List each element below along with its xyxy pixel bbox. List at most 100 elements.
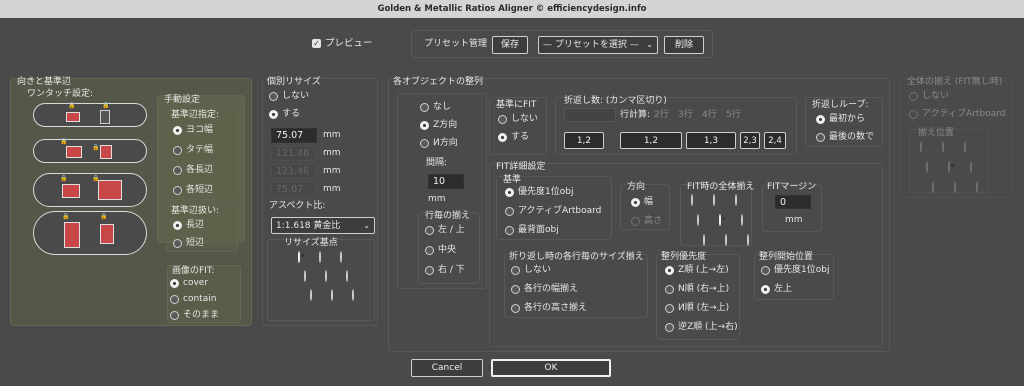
- grid-radio-0[interactable]: [298, 251, 300, 263]
- resize-value-disabled: 121.46: [271, 146, 317, 161]
- handling-group: 基準辺扱い: 長辺 短辺: [166, 206, 238, 252]
- resize-unit-label: mm: [323, 184, 341, 194]
- radio-icon: [420, 103, 429, 112]
- fit-option-2[interactable]: そのまま: [170, 310, 219, 321]
- orientation-panel: 向きと基準辺 ワンタッチ設定: 🔒 🔒 🔒 🔒 🔒 🔒 🔒 🔒 手動設定 基準辺…: [10, 77, 252, 326]
- start-option-1[interactable]: 左上: [761, 284, 792, 295]
- size-option-2[interactable]: 各行の高さ揃え: [511, 303, 587, 314]
- priority-option-2[interactable]: И順 (左→上): [665, 303, 729, 314]
- gap-input[interactable]: 10: [428, 174, 464, 189]
- dir-option-1[interactable]: Z方向: [420, 120, 457, 131]
- radio-icon: [425, 246, 434, 255]
- grid-radio-4[interactable]: [325, 270, 327, 282]
- lock-icon: 🔒: [100, 213, 108, 220]
- radio-icon: [498, 115, 507, 124]
- grid-radio-7[interactable]: [331, 289, 333, 301]
- wrap-preset-2-4[interactable]: 2,4: [764, 132, 786, 149]
- start-option-0[interactable]: 優先度1位obj: [761, 265, 829, 276]
- wrap-input[interactable]: [564, 108, 616, 122]
- grid-radio-2[interactable]: [340, 251, 342, 263]
- calc-2rows: 2行: [654, 110, 669, 120]
- resize-option-1[interactable]: する: [269, 109, 300, 120]
- grid-radio-6[interactable]: [703, 234, 705, 246]
- shape-landscape: [66, 146, 82, 158]
- resize-option-0[interactable]: しない: [269, 91, 309, 102]
- preset-select[interactable]: — プリセットを選択 — ⌄: [538, 36, 658, 54]
- handling-option-1[interactable]: 短辺: [173, 238, 204, 249]
- criteria-option-0[interactable]: 優先度1位obj: [505, 187, 573, 198]
- grid-radio-8[interactable]: [747, 234, 749, 246]
- grid-radio-5[interactable]: [346, 270, 348, 282]
- fit-option-1[interactable]: contain: [170, 294, 216, 305]
- row-option-1[interactable]: 中央: [425, 245, 456, 256]
- grid-radio-1[interactable]: [713, 194, 715, 206]
- fit-direction-option-0[interactable]: 幅: [631, 197, 653, 208]
- wrap-group: 折返し数: (カンマ区切り) 行計算: 2行 3行 4行 5行 1,2 1,2 …: [555, 96, 797, 155]
- grid-radio-6: [932, 181, 934, 193]
- size-option-0[interactable]: しない: [511, 265, 551, 276]
- row-option-2[interactable]: 右 / 下: [425, 265, 465, 276]
- wrap-title: 折返し数: (カンマ区切り): [564, 96, 667, 106]
- grid-radio-2[interactable]: [735, 194, 737, 206]
- criteria-option-1[interactable]: アクティブArtboard: [505, 206, 601, 217]
- grid-radio-6[interactable]: [310, 289, 312, 301]
- cancel-button[interactable]: Cancel: [411, 359, 483, 377]
- grid-radio-1: [942, 141, 944, 153]
- preview-checkbox[interactable]: ✓ プレビュー: [312, 38, 373, 49]
- priority-group: 整列優先度 Z順 (上→左) N順 (右→上) И順 (左→上) 逆Z順 (上→…: [656, 252, 740, 340]
- grid-radio-3[interactable]: [304, 270, 306, 282]
- onetouch-preset-3[interactable]: 🔒 🔒: [33, 173, 147, 207]
- overall-pos-grid: [920, 141, 978, 193]
- criteria-option-2[interactable]: 最背面obj: [505, 225, 559, 236]
- delete-preset-button[interactable]: 削除: [664, 36, 704, 54]
- aspect-label: アスペクト比:: [269, 201, 326, 211]
- radio-icon: [173, 221, 182, 230]
- size-align-group: 折り返し時の各行毎のサイズ揃え しない 各行の幅揃え 各行の高さ揃え: [504, 252, 648, 318]
- basis-option-0[interactable]: ヨコ幅: [173, 125, 213, 136]
- radio-icon: [631, 198, 640, 207]
- wrap-preset-1-2-b[interactable]: 1,2: [620, 132, 682, 149]
- dir-option-2[interactable]: И方向: [420, 138, 458, 149]
- grid-radio-5[interactable]: [741, 214, 743, 226]
- radio-icon: [665, 304, 674, 313]
- wrap-preset-1-2[interactable]: 1,2: [564, 132, 604, 149]
- size-align-title: 折り返し時の各行毎のサイズ揃え: [509, 252, 644, 262]
- priority-option-0[interactable]: Z順 (上→左): [665, 265, 729, 276]
- grid-radio-1[interactable]: [319, 251, 321, 263]
- radio-icon: [505, 226, 514, 235]
- row-option-0[interactable]: 左 / 上: [425, 225, 465, 236]
- fit-basis-option-0[interactable]: しない: [498, 114, 538, 125]
- loop-title: 折返しループ:: [812, 100, 869, 110]
- priority-option-1[interactable]: N順 (右→上): [665, 284, 729, 295]
- grid-radio-0[interactable]: [691, 194, 693, 206]
- radio-icon: [761, 266, 770, 275]
- grid-radio-8[interactable]: [352, 289, 354, 301]
- grid-radio-3[interactable]: [697, 214, 699, 226]
- ok-button[interactable]: OK: [491, 359, 611, 377]
- loop-option-0[interactable]: 最初から: [816, 114, 865, 125]
- grid-radio-5: [970, 161, 972, 173]
- loop-option-1[interactable]: 最後の数で: [816, 132, 874, 143]
- priority-option-3[interactable]: 逆Z順 (上→右): [665, 322, 738, 333]
- handling-option-0[interactable]: 長辺: [173, 220, 204, 231]
- fit-basis-option-1[interactable]: する: [498, 132, 529, 143]
- wrap-preset-1-3[interactable]: 1,3: [686, 132, 736, 149]
- resize-value-input[interactable]: 75.07: [271, 128, 317, 143]
- basis-option-1[interactable]: タテ幅: [173, 145, 213, 156]
- save-preset-button[interactable]: 保存: [492, 36, 528, 54]
- dir-option-0[interactable]: なし: [420, 102, 451, 113]
- fit-option-0[interactable]: cover: [170, 278, 208, 289]
- aspect-select[interactable]: 1:1.618 黄金比 ⌄: [271, 217, 375, 234]
- onetouch-preset-2[interactable]: 🔒 🔒: [33, 139, 147, 163]
- basis-option-3[interactable]: 各短辺: [173, 185, 213, 196]
- onetouch-preset-1[interactable]: 🔒 🔒: [33, 103, 147, 127]
- fit-margin-input[interactable]: 0: [775, 195, 811, 209]
- size-option-1[interactable]: 各行の幅揃え: [511, 284, 578, 295]
- wrap-preset-2-3[interactable]: 2,3: [740, 132, 760, 149]
- radio-icon: [425, 266, 434, 275]
- onetouch-preset-4[interactable]: 🔒 🔒: [33, 211, 147, 255]
- grid-radio-4[interactable]: [719, 214, 721, 226]
- shape-portrait: [100, 110, 110, 124]
- basis-option-2[interactable]: 各長辺: [173, 165, 213, 176]
- grid-radio-7[interactable]: [725, 234, 727, 246]
